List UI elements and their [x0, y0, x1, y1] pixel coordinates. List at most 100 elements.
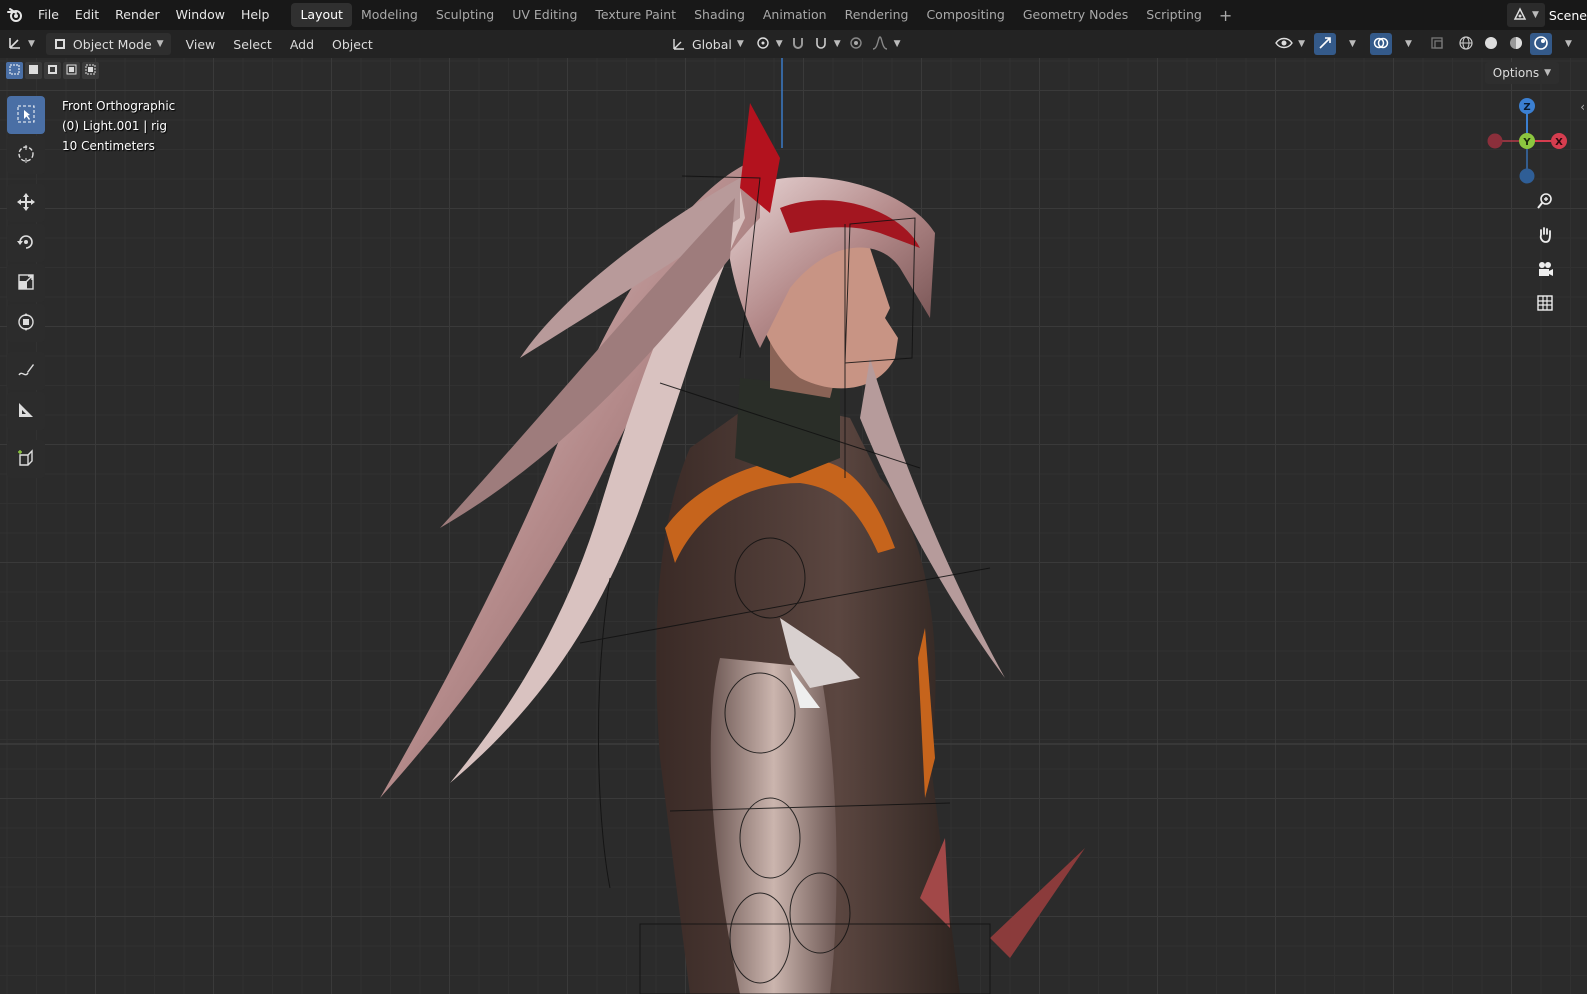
menu-window[interactable]: Window	[168, 0, 233, 30]
tool-scale[interactable]	[7, 264, 45, 302]
pivot-point-button[interactable]: ▼	[755, 33, 783, 55]
overlays-icon	[1373, 35, 1389, 54]
tab-compositing[interactable]: Compositing	[917, 3, 1013, 27]
chevron-down-icon: ▼	[1531, 10, 1539, 20]
tab-modeling[interactable]: Modeling	[352, 3, 427, 27]
pan-button[interactable]	[1531, 222, 1559, 250]
gizmo-x-label: X	[1555, 137, 1563, 148]
shading-material-button[interactable]	[1505, 33, 1527, 55]
add-workspace-button[interactable]: +	[1211, 6, 1240, 25]
view-name: Front Orthographic	[62, 99, 176, 113]
select-extend-button[interactable]	[25, 62, 42, 79]
gizmo-toggle[interactable]	[1314, 33, 1336, 55]
select-subtract-button[interactable]	[44, 62, 61, 79]
gizmo-dropdown[interactable]: ▼	[1339, 33, 1361, 55]
menu-help[interactable]: Help	[233, 0, 278, 30]
move-icon	[16, 192, 36, 215]
visibility-button[interactable]: ▼	[1275, 33, 1305, 55]
proportional-edit-toggle[interactable]	[845, 33, 867, 55]
snap-toggle[interactable]	[787, 33, 809, 55]
xray-toggle[interactable]	[1426, 33, 1448, 55]
select-intersect-button[interactable]	[82, 62, 99, 79]
gizmo-icon	[1317, 35, 1333, 54]
mode-dropdown[interactable]: Object Mode ▼	[45, 33, 171, 55]
navigation-gizmo[interactable]: Z X Y	[1487, 96, 1567, 186]
chevron-down-icon: ▼	[775, 39, 783, 49]
tab-texture-paint[interactable]: Texture Paint	[586, 3, 685, 27]
menu-add[interactable]: Add	[281, 37, 323, 52]
snap-target-button[interactable]: ▼	[813, 33, 841, 55]
falloff-curve-icon	[871, 35, 889, 54]
viewport-info: Front Orthographic (0) Light.001 | rig 1…	[62, 96, 175, 156]
menu-render[interactable]: Render	[107, 0, 168, 30]
tool-cursor[interactable]	[7, 136, 45, 174]
menu-select[interactable]: Select	[224, 37, 281, 52]
gizmo-neg-x-ball[interactable]	[1487, 133, 1503, 149]
options-label: Options	[1492, 66, 1540, 80]
tool-transform[interactable]	[7, 304, 45, 342]
overlays-dropdown[interactable]: ▼	[1395, 33, 1417, 55]
select-invert-button[interactable]	[63, 62, 80, 79]
eye-icon	[1275, 36, 1293, 53]
annotate-icon	[16, 360, 36, 383]
select-intersect-icon	[85, 64, 96, 78]
3d-viewport[interactable]: Options ▼ Front Orthographic (0) Light.0…	[0, 58, 1587, 994]
tab-scripting[interactable]: Scripting	[1137, 3, 1211, 27]
select-extend-icon	[28, 64, 39, 78]
cursor-icon	[16, 144, 36, 167]
blender-logo-icon[interactable]	[0, 0, 30, 30]
tab-layout[interactable]: Layout	[291, 3, 352, 27]
scene-selector: ▼ Scene	[1506, 3, 1587, 27]
falloff-button[interactable]: ▼	[871, 33, 901, 55]
select-new-button[interactable]	[6, 62, 23, 79]
menu-edit[interactable]: Edit	[67, 0, 107, 30]
navigation-buttons	[1531, 188, 1559, 318]
chevron-down-icon: ▼	[1298, 39, 1305, 49]
tool-shelf	[7, 96, 45, 478]
tab-sculpting[interactable]: Sculpting	[427, 3, 503, 27]
sidebar-toggle-icon[interactable]: ‹	[1580, 100, 1585, 114]
select-new-icon	[9, 64, 20, 78]
add-cube-icon	[16, 448, 36, 471]
viewport-display-settings: ▼ ▼ ▼ ▼	[1275, 33, 1577, 55]
gizmo-neg-z-ball[interactable]	[1519, 168, 1535, 184]
shading-dropdown[interactable]: ▼	[1555, 33, 1577, 55]
menu-view[interactable]: View	[177, 37, 225, 52]
shading-rendered-button[interactable]	[1530, 33, 1552, 55]
shading-solid-button[interactable]	[1480, 33, 1502, 55]
camera-view-button[interactable]	[1531, 256, 1559, 284]
menu-file[interactable]: File	[30, 0, 67, 30]
chevron-down-icon: ▼	[893, 39, 901, 49]
editor-type-button[interactable]: ▼	[0, 33, 42, 55]
selection-mode-group	[6, 62, 99, 79]
options-dropdown[interactable]: Options ▼	[1484, 62, 1559, 84]
tool-add-cube[interactable]	[7, 440, 45, 478]
tool-rotate[interactable]	[7, 224, 45, 262]
tab-rendering[interactable]: Rendering	[836, 3, 918, 27]
grid-perspective-icon	[1536, 294, 1554, 315]
tab-uv-editing[interactable]: UV Editing	[503, 3, 586, 27]
tool-measure[interactable]	[7, 392, 45, 430]
editor-type-icon	[7, 35, 23, 54]
tool-annotate[interactable]	[7, 352, 45, 390]
scene-browse-button[interactable]: ▼	[1506, 3, 1545, 27]
menu-object[interactable]: Object	[323, 37, 382, 52]
overlays-toggle[interactable]	[1370, 33, 1392, 55]
scene-name-field[interactable]: Scene	[1549, 8, 1587, 23]
orientation-dropdown[interactable]: Global ▼	[665, 33, 751, 55]
tab-animation[interactable]: Animation	[754, 3, 836, 27]
shading-wireframe-button[interactable]	[1455, 33, 1477, 55]
chevron-down-icon: ▼	[1349, 39, 1356, 49]
tool-move[interactable]	[7, 184, 45, 222]
chevron-down-icon: ▼	[833, 39, 841, 49]
zoom-button[interactable]	[1531, 188, 1559, 216]
perspective-toggle-button[interactable]	[1531, 290, 1559, 318]
solid-sphere-icon	[1483, 35, 1499, 54]
wireframe-sphere-icon	[1458, 35, 1474, 54]
tool-select-box[interactable]	[7, 96, 45, 134]
select-subtract-icon	[47, 64, 58, 78]
xray-icon	[1430, 36, 1444, 53]
tab-geometry-nodes[interactable]: Geometry Nodes	[1014, 3, 1137, 27]
tab-shading[interactable]: Shading	[685, 3, 754, 27]
